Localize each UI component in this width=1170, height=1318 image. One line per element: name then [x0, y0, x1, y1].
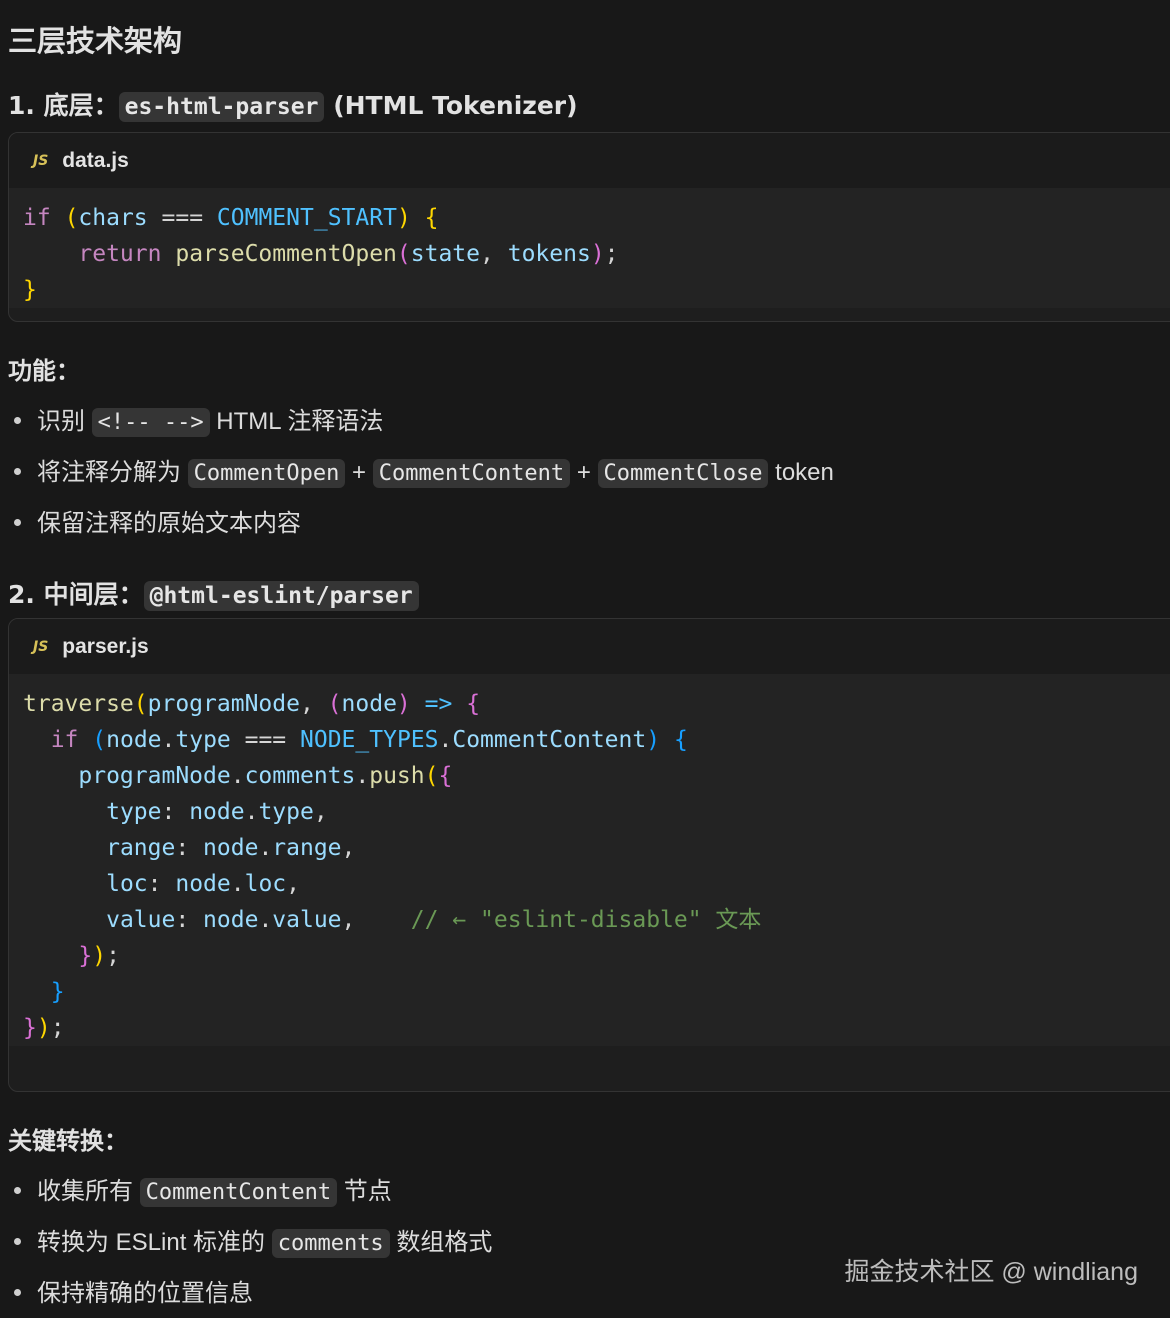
inline-code: CommentContent — [139, 1178, 338, 1207]
inline-code: CommentContent — [372, 459, 571, 488]
code-line-3: } — [23, 277, 37, 303]
code-filename: parser.js — [62, 634, 149, 658]
code-line-1: if (chars === COMMENT_START) { — [23, 205, 439, 231]
code-block-parser-js: JS parser.js traverse(programNode, (node… — [8, 618, 1170, 1092]
section-1-prefix: 1. 底层： — [8, 91, 119, 120]
watermark: 掘金技术社区 @ windliang — [844, 1258, 1138, 1286]
section-2-prefix: 2. 中间层： — [8, 580, 144, 609]
inline-code: CommentClose — [597, 459, 769, 488]
section-2-code: @html-eslint/parser — [143, 581, 419, 611]
bullet-dot — [14, 1238, 21, 1246]
code-body: if (chars === COMMENT_START) { return pa… — [9, 188, 1170, 308]
section-1-heading: 1. 底层： es-html-parser (HTML Tokenizer) — [8, 86, 578, 122]
bullet-dot — [14, 519, 21, 527]
section-1-code: es-html-parser — [118, 92, 325, 122]
section-1-suffix: (HTML Tokenizer) — [333, 91, 578, 120]
section-2-heading: 2. 中间层： @html-eslint/parser — [8, 575, 419, 611]
js-file-icon: JS — [33, 638, 49, 655]
bullet-dot — [14, 417, 21, 425]
code-line-2: return parseCommentOpen(state, tokens); — [78, 241, 619, 267]
code-comment: // ← "eslint-disable" 文本 — [410, 907, 762, 933]
list-item: 识别 <!-- --> HTML 注释语法 — [14, 401, 383, 437]
inline-code: CommentOpen — [187, 459, 346, 488]
list-item: 保留注释的原始文本内容 — [14, 503, 301, 538]
list-item: 将注释分解为 CommentOpen + CommentContent + Co… — [14, 452, 834, 488]
page-title: 三层技术架构 — [8, 24, 183, 58]
code-filename: data.js — [62, 148, 129, 172]
bullet-dot — [14, 1289, 21, 1297]
code-header: JS parser.js — [9, 619, 1170, 674]
bullet-dot — [14, 468, 21, 476]
features-label: 功能： — [8, 357, 80, 385]
code-header: JS data.js — [9, 133, 1170, 188]
list-item: 收集所有 CommentContent 节点 — [14, 1171, 392, 1207]
code-body: traverse(programNode, (node) => { if (no… — [9, 674, 1170, 1046]
inline-code: comments — [271, 1229, 390, 1258]
code-block-data-js: JS data.js if (chars === COMMENT_START) … — [8, 132, 1170, 322]
key-conversion-label: 关键转换： — [8, 1127, 128, 1155]
inline-code: <!-- --> — [91, 408, 210, 437]
list-item: 转换为 ESLint 标准的 comments 数组格式 — [14, 1222, 492, 1258]
js-file-icon: JS — [33, 152, 49, 169]
list-item: 保持精确的位置信息 — [14, 1273, 253, 1308]
bullet-dot — [14, 1187, 21, 1195]
